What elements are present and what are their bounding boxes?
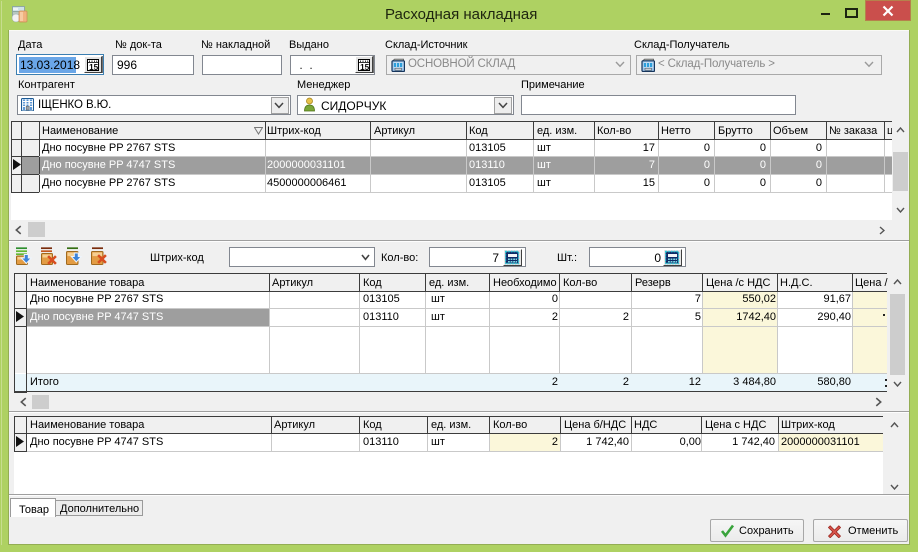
svg-text:15: 15 — [89, 63, 99, 71]
svg-text:15: 15 — [360, 63, 370, 71]
